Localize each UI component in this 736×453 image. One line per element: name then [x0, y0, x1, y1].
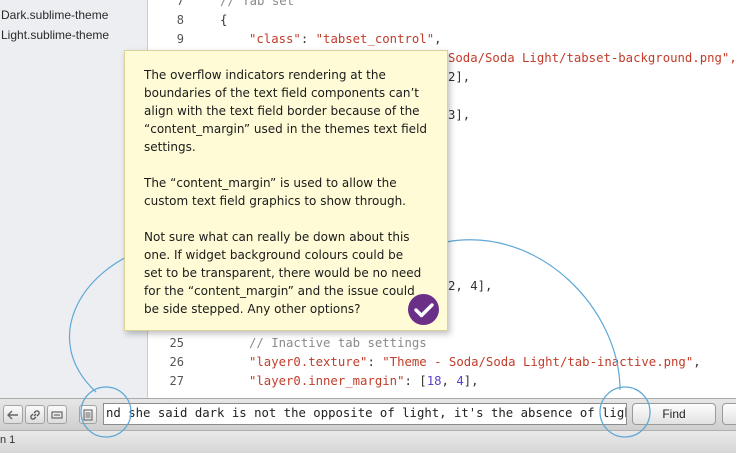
line-number: 25	[169, 336, 184, 350]
code-line-texture: "layer0.texture": "Theme - Soda/Soda Lig…	[249, 355, 701, 369]
sidebar-item-dark-theme[interactable]: Dark.sublime-theme	[1, 8, 108, 22]
code-line-inner-margin: "layer0.inner_margin": [18, 4],	[249, 374, 479, 388]
code-line-class: "class": "tabset_control",	[249, 32, 442, 46]
code-fragment: 2, 4],	[448, 279, 493, 293]
code-number: 18	[426, 374, 442, 388]
find-button[interactable]: Find	[632, 403, 716, 425]
list-icon	[83, 408, 93, 421]
code-string: "tabset_control"	[315, 32, 435, 46]
find-all-button[interactable]	[722, 403, 736, 425]
whole-word-toggle-button[interactable]	[47, 405, 67, 424]
in-selection-toggle-button[interactable]	[79, 405, 97, 424]
code-key: "layer0.inner_margin"	[249, 374, 405, 388]
link-icon	[30, 409, 40, 420]
checkmark-icon	[413, 302, 434, 317]
arrow-left-icon	[7, 410, 18, 419]
find-bar: nd she said dark is not the opposite of …	[0, 398, 736, 430]
regex-toggle-button[interactable]	[3, 405, 23, 424]
code-fragment: Soda/Soda Light/tabset-background.png",	[448, 51, 736, 65]
case-toggle-button[interactable]	[25, 405, 45, 424]
note-paragraph: The overflow indicators rendering at the…	[144, 68, 428, 154]
code-brace: {	[220, 13, 228, 27]
line-number: 26	[169, 355, 184, 369]
code-comment: // Inactive tab settings	[249, 336, 427, 350]
code-fragment: 2],	[448, 70, 471, 84]
line-number: 7	[176, 0, 184, 8]
note-paragraph: Not sure what can really be down about t…	[144, 230, 422, 316]
checkmark-badge[interactable]	[408, 294, 439, 325]
code-key: "class"	[249, 32, 301, 46]
cursor-position: n 1	[0, 434, 16, 446]
code-number: 4	[456, 374, 464, 388]
note-paragraph: The “content_margin” is used to allow th…	[144, 176, 406, 208]
code-string: "Theme - Soda/Soda Light/tab-inactive.pn…	[382, 355, 694, 369]
sidebar-item-light-theme[interactable]: Light.sublime-theme	[1, 28, 109, 42]
find-input[interactable]: nd she said dark is not the opposite of …	[103, 403, 627, 425]
word-icon	[51, 410, 63, 419]
code-fragment: 3],	[448, 108, 471, 122]
status-bar: n 1	[0, 430, 736, 453]
code-comment: // Tab set	[220, 0, 295, 8]
line-number: 8	[176, 13, 184, 27]
line-number: 9	[176, 32, 184, 46]
line-number: 27	[169, 374, 184, 388]
code-key: "layer0.texture"	[249, 355, 368, 369]
sticky-note: The overflow indicators rendering at the…	[124, 50, 448, 331]
